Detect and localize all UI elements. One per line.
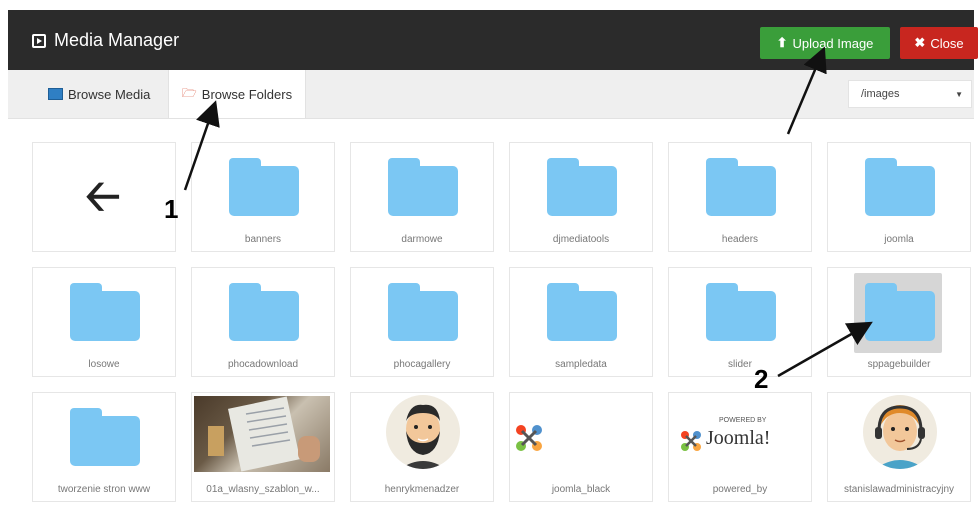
annotation-arrow-2: [777, 321, 873, 378]
annotation-label-2: 2: [754, 364, 769, 394]
annotation-arrow-upload: [786, 46, 827, 135]
annotation-arrows: [183, 46, 873, 378]
annotation-label-1: 1: [164, 194, 179, 224]
annotation-arrow-1: [183, 100, 220, 191]
